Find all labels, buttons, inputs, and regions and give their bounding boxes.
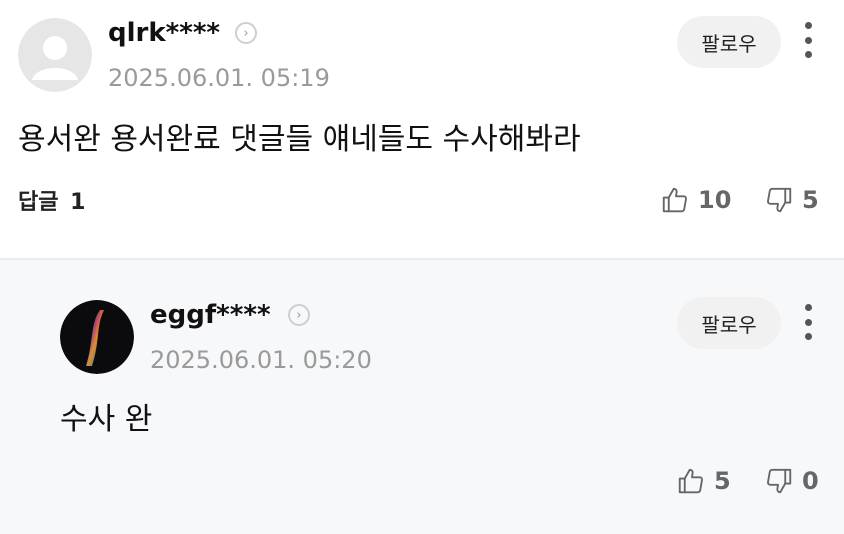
like-count: 10: [698, 186, 732, 214]
follow-button[interactable]: 팔로우: [677, 297, 781, 349]
dislike-button[interactable]: 5: [764, 185, 819, 215]
thumbs-down-icon: [767, 468, 792, 494]
reply-comment-item: eggf**** › 2025.06.01. 05:20 팔로우 수사 완 5 …: [0, 260, 844, 534]
more-vertical-icon[interactable]: [802, 22, 814, 58]
comment-item: qlrk**** › 2025.06.01. 05:19 팔로우 용서완 용서완…: [0, 0, 844, 258]
like-button[interactable]: 10: [660, 185, 731, 215]
dislike-button[interactable]: 0: [764, 466, 819, 496]
like-count: 5: [714, 467, 731, 495]
reply-count: 1: [70, 190, 86, 215]
comment-text: 수사 완: [60, 402, 153, 437]
more-vertical-icon[interactable]: [802, 304, 814, 340]
username[interactable]: eggf****: [150, 300, 271, 330]
comment-text: 용서완 용서완료 댓글들 얘네들도 수사해봐라: [18, 122, 581, 157]
chevron-right-icon[interactable]: ›: [235, 22, 257, 44]
follow-button[interactable]: 팔로우: [677, 16, 781, 68]
thumbs-up-icon: [678, 468, 703, 494]
comment-date: 2025.06.01. 05:19: [108, 64, 330, 92]
thumbs-down-icon: [767, 187, 792, 213]
chevron-right-icon[interactable]: ›: [288, 304, 310, 326]
thumbs-up-icon: [662, 187, 687, 213]
username[interactable]: qlrk****: [108, 18, 220, 48]
avatar-default[interactable]: [18, 18, 92, 92]
dislike-count: 5: [802, 186, 819, 214]
reply-button[interactable]: 답글 1: [18, 189, 85, 217]
reply-label: 답글: [18, 190, 59, 215]
like-button[interactable]: 5: [676, 466, 731, 496]
dislike-count: 0: [802, 467, 819, 495]
comment-date: 2025.06.01. 05:20: [150, 346, 372, 374]
avatar-image[interactable]: [60, 300, 134, 374]
